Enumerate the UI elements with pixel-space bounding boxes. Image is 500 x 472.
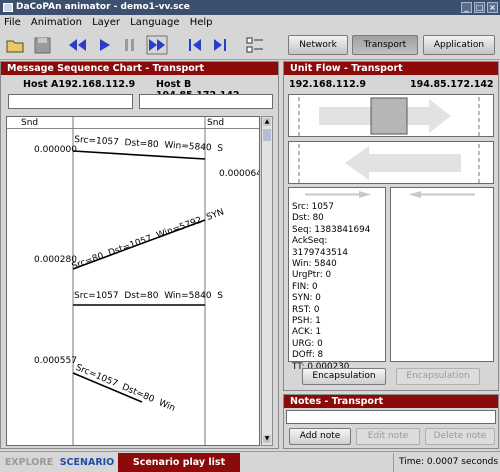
segment-field: PSH: 1 (292, 316, 321, 327)
msc-scrollbar[interactable]: ▲ ▼ (261, 116, 273, 446)
segment-field: Src: 1057 (292, 202, 334, 212)
segment-field: FIN: 0 (292, 281, 318, 292)
forward-flow-arrow (298, 97, 480, 136)
app-icon (3, 3, 13, 12)
window-titlebar: DaCoPAn animator - demo1-vv.sce _ □ × (0, 0, 500, 15)
add-note-button[interactable]: Add note (289, 428, 351, 445)
segment-details-box[interactable]: Src: 1057 Dst: 80 Seq: 1383841694 AckSeq: 3… (288, 187, 386, 372)
menubar: File Animation Layer Language Help (0, 15, 500, 30)
segment-field: UrgPtr: 0 (292, 270, 332, 281)
encapsulation-button[interactable]: Encapsulation (302, 368, 386, 385)
left-arrow-icon (409, 191, 475, 198)
msc-chart-area[interactable]: Snd Snd 0.000000 0.000064 0.000280 0.000… (6, 116, 260, 446)
segment-field: RST: 0 (292, 304, 320, 315)
unit-flow-title: Unit Flow - Transport (284, 62, 498, 75)
host-a-field[interactable] (8, 94, 133, 109)
edit-note-button: Edit note (356, 428, 420, 445)
msc-title: Message Sequence Chart - Transport (1, 62, 278, 75)
status-bar: EXPLORE SCENARIO Scenario play list Time… (0, 451, 500, 472)
notes-panel: Notes - Transport Add note Edit note Del… (283, 394, 499, 449)
tab-application[interactable]: Application (423, 35, 495, 55)
msc-time-label: 0.000064 (219, 169, 260, 179)
save-icon[interactable] (32, 35, 54, 55)
fast-forward-icon[interactable] (146, 35, 168, 55)
ip-a-label: 192.168.112.9 (289, 79, 366, 90)
segment-field: ACK: 1 (292, 327, 322, 338)
segment-field: URG: 0 (292, 338, 323, 349)
segment-field: DOff: 8 (292, 350, 324, 361)
toolbar: Network Transport Application (0, 30, 500, 60)
notes-text-area[interactable] (286, 410, 496, 424)
rewind-icon[interactable] (66, 35, 88, 55)
menu-language[interactable]: Language (130, 17, 179, 28)
segment-details-list: Src: 1057 Dst: 80 Seq: 1383841694 AckSeq: 3… (292, 202, 385, 373)
host-a-label: Host A192.168.112.9 (23, 79, 136, 90)
msc-time-label: 0.000557 (34, 356, 77, 366)
open-folder-icon[interactable] (5, 35, 27, 55)
host-b-field[interactable] (139, 94, 273, 109)
segment-field: Dst: 80 (292, 213, 324, 224)
close-button[interactable]: × (487, 2, 498, 13)
step-back-icon[interactable] (184, 35, 206, 55)
encapsulation-button-disabled: Encapsulation (396, 368, 480, 385)
step-forward-icon[interactable] (209, 35, 231, 55)
menu-file[interactable]: File (4, 17, 21, 28)
right-arrow-icon (305, 191, 371, 198)
tab-network[interactable]: Network (288, 35, 348, 55)
ip-b-label: 194.85.172.142 (410, 79, 494, 90)
msc-time-label: 0.000000 (34, 145, 77, 155)
menu-animation[interactable]: Animation (31, 17, 82, 28)
scroll-up-icon[interactable]: ▲ (263, 118, 271, 126)
segment-field: AckSeq: 3179743514 (292, 236, 348, 258)
maximize-button[interactable]: □ (474, 2, 485, 13)
window-title: DaCoPAn animator - demo1-vv.sce (16, 2, 190, 12)
forward-flow-lane[interactable] (288, 94, 494, 137)
notes-title: Notes - Transport (284, 395, 498, 408)
play-icon[interactable] (93, 35, 115, 55)
segment-field: SYN: 0 (292, 293, 321, 304)
msc-panel: Message Sequence Chart - Transport Host … (0, 61, 279, 449)
menu-layer[interactable]: Layer (92, 17, 120, 28)
scenario-playlist-tab[interactable]: Scenario play list (118, 453, 240, 472)
reverse-flow-lane[interactable] (288, 141, 494, 184)
reverse-segment-box[interactable] (390, 187, 494, 362)
delete-note-button: Delete note (425, 428, 495, 445)
checklist-icon[interactable] (244, 35, 266, 55)
unit-flow-panel: Unit Flow - Transport 192.168.112.9 194.… (283, 61, 499, 391)
scroll-down-icon[interactable]: ▼ (263, 435, 271, 443)
reverse-flow-arrow (298, 144, 480, 183)
minimize-button[interactable]: _ (461, 2, 472, 13)
scroll-thumb[interactable] (263, 129, 271, 141)
menu-help[interactable]: Help (190, 17, 213, 28)
tab-transport[interactable]: Transport (352, 35, 418, 55)
pause-icon[interactable] (119, 35, 141, 55)
segment-field: Win: 5840 (292, 259, 337, 270)
explore-mode-button[interactable]: EXPLORE (2, 455, 56, 470)
segment-field: Seq: 1383841694 (292, 224, 371, 235)
scenario-mode-button[interactable]: SCENARIO (58, 455, 116, 470)
time-display: Time: 0.0007 seconds (393, 453, 499, 472)
msc-message-label: Src=1057 Dst=80 Win=5840 S (74, 291, 223, 301)
